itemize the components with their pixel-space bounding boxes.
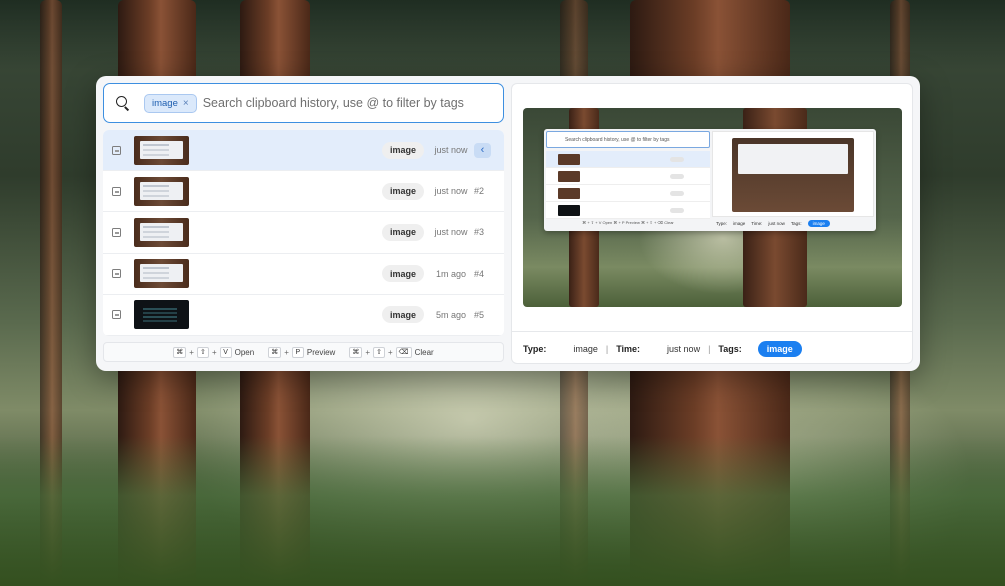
preview-image: Search clipboard history, use @ to filte…: [523, 108, 902, 307]
search-input[interactable]: [202, 96, 503, 110]
background-foliage: [0, 436, 1005, 586]
preview-row: [546, 202, 710, 219]
item-type-badge: image: [381, 223, 424, 241]
delete-key: ⌫: [395, 346, 412, 358]
shortcut-open[interactable]: ⌘ + ⇧ + V Open: [173, 346, 255, 358]
image-type-icon: [112, 269, 121, 279]
v-key: V: [219, 346, 232, 358]
image-type-icon: [112, 186, 121, 196]
shortcut-clear[interactable]: ⌘ + ⇧ + ⌫ Clear: [349, 346, 434, 358]
preview-row: [546, 151, 710, 168]
item-thumbnail: [134, 217, 189, 247]
type-value: image: [573, 344, 598, 354]
item-type-badge: image: [381, 182, 424, 200]
item-time: 1m ago: [435, 268, 467, 279]
preview-right-pane: [712, 131, 874, 217]
preview-right-image: [732, 138, 854, 212]
tags-label: Tags:: [718, 344, 742, 354]
item-time: just now: [434, 145, 468, 156]
clipboard-item[interactable]: image just now #3: [103, 212, 504, 254]
clipboard-item[interactable]: image just now #2: [103, 171, 504, 213]
tag-filter-label: image: [152, 97, 178, 109]
clipboard-item[interactable]: image 1m ago #4: [103, 254, 504, 295]
preview-metadata: Type: image | Time: just now | Tags: ima…: [523, 340, 802, 358]
p-key: P: [291, 346, 304, 358]
time-label: Time:: [616, 344, 641, 354]
preview-nested-window: Search clipboard history, use @ to filte…: [544, 129, 876, 231]
preview-footer: Type: image Time: just now Tags: image: [712, 217, 874, 229]
preview-pane: Search clipboard history, use @ to filte…: [511, 83, 913, 364]
command-key: ⌘: [173, 346, 187, 358]
preview-divider: [512, 331, 912, 332]
item-type-badge: image: [381, 265, 424, 283]
item-time: just now: [434, 186, 468, 197]
item-index: #4: [474, 268, 485, 279]
preview-shortcuts: ⌘ + ⇧ + V Open ⌘ + P Preview ⌘ + ⇧ + ⌫ C…: [582, 220, 674, 225]
shortcut-label: Clear: [414, 347, 434, 357]
type-label: Type:: [523, 344, 547, 354]
meta-separator: |: [708, 344, 711, 354]
item-type-badge: image: [381, 306, 424, 324]
shift-key: ⇧: [196, 346, 209, 358]
remove-tag-icon[interactable]: ×: [183, 98, 189, 109]
preview-row: [546, 185, 710, 202]
shortcut-label: Preview: [306, 347, 336, 357]
chevron-left-icon[interactable]: ‹: [474, 142, 491, 158]
item-time: 5m ago: [435, 309, 467, 320]
clipboard-item[interactable]: image 5m ago #5: [103, 295, 504, 336]
time-value: just now: [667, 344, 701, 354]
preview-search-text: Search clipboard history, use @ to filte…: [546, 131, 710, 148]
item-thumbnail: [134, 176, 189, 206]
clipboard-history-window: image × image just now ‹ image just now …: [96, 76, 920, 371]
item-index: #3: [474, 227, 485, 238]
image-type-icon: [112, 227, 121, 237]
item-index: #2: [474, 186, 485, 197]
item-thumbnail: [134, 300, 189, 330]
preview-list: [546, 151, 710, 219]
shortcut-label: Open: [234, 347, 255, 357]
search-bar[interactable]: image ×: [103, 83, 504, 123]
item-thumbnail: [134, 135, 189, 165]
search-icon: [116, 96, 130, 110]
item-type-badge: image: [381, 141, 424, 159]
image-type-icon: [112, 310, 121, 320]
command-key: ⌘: [349, 346, 363, 358]
item-time: just now: [434, 227, 468, 238]
tag-badge[interactable]: image: [757, 341, 802, 357]
preview-row: [546, 168, 710, 185]
tag-filter-chip[interactable]: image ×: [144, 93, 197, 113]
item-thumbnail: [134, 259, 189, 289]
meta-separator: |: [605, 344, 609, 354]
shortcut-preview[interactable]: ⌘ + P Preview: [268, 346, 336, 358]
shift-key: ⇧: [373, 346, 385, 358]
command-key: ⌘: [268, 346, 282, 358]
item-index: #5: [474, 309, 485, 320]
image-type-icon: [112, 145, 121, 155]
shortcut-bar: ⌘ + ⇧ + V Open ⌘ + P Preview ⌘ + ⇧ + ⌫ Clear: [103, 342, 504, 362]
clipboard-item[interactable]: image just now ‹: [103, 130, 504, 172]
clipboard-list: image just now ‹ image just now #2 image…: [103, 130, 504, 336]
